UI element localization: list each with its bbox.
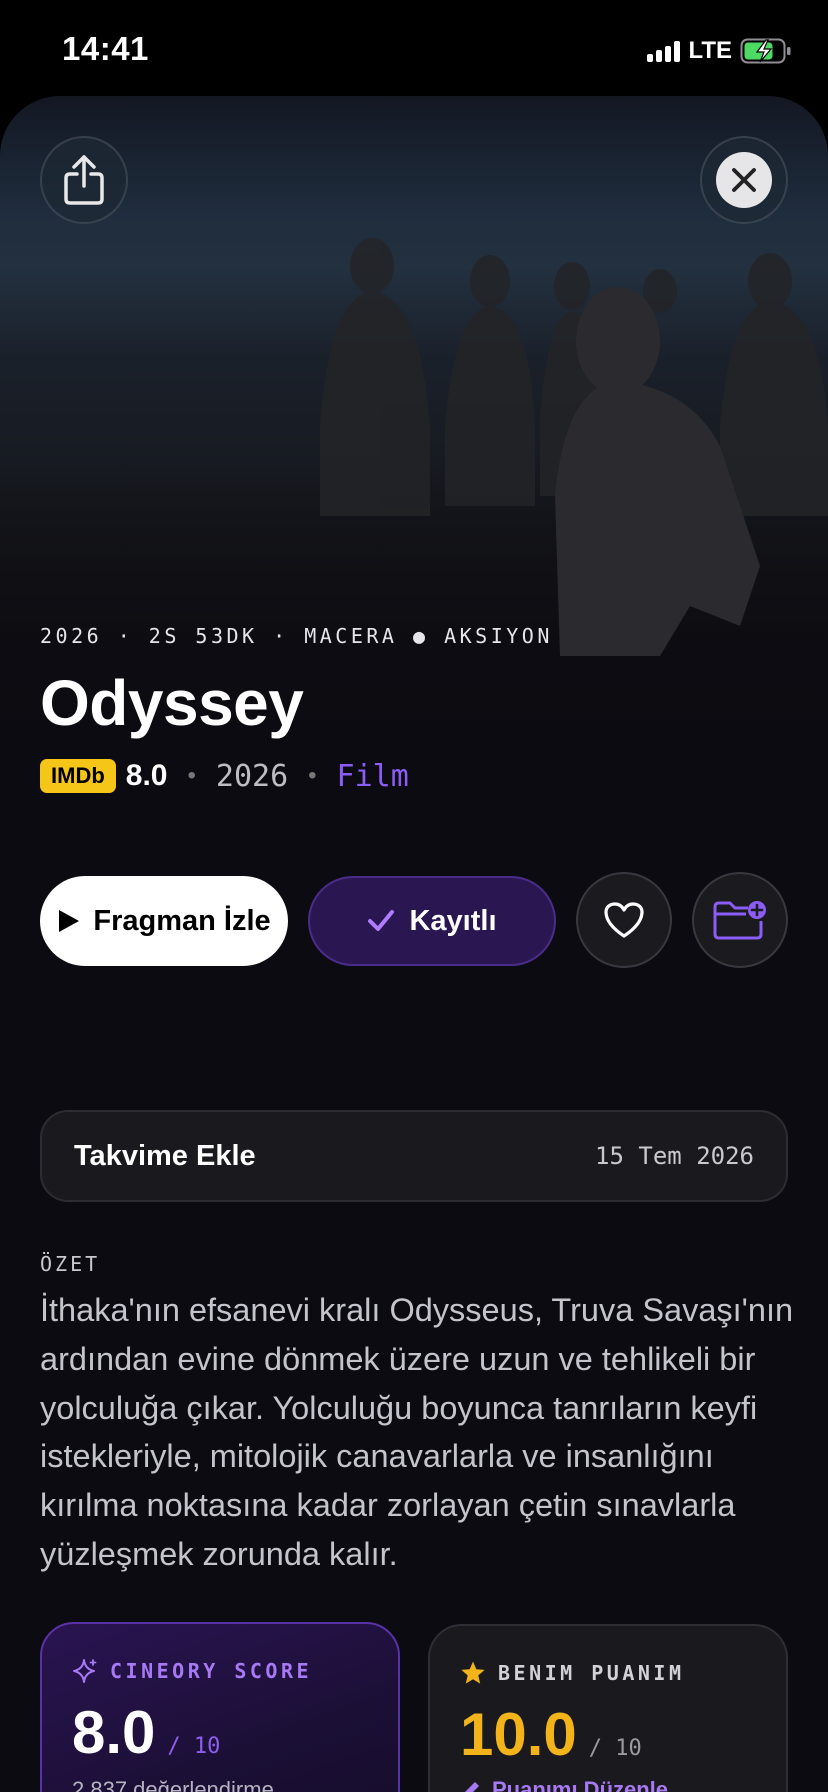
my-rating-card: BENIM PUANIM 10.0 / 10 Puanımı Düzenle: [428, 1624, 788, 1792]
my-rating-row: 10.0 / 10: [460, 1700, 756, 1769]
play-icon: [59, 910, 80, 932]
movie-title: Odyssey: [40, 667, 304, 739]
summary-heading: ÖZET: [40, 1252, 101, 1276]
action-bar: Fragman İzle Kayıtlı: [40, 872, 788, 968]
share-button[interactable]: [40, 136, 128, 224]
movie-detail-sheet: 2026 · 2S 53DK · MACERA ● AKSIYON Odysse…: [0, 96, 828, 1792]
checkmark-icon: [368, 910, 395, 931]
status-bar: 14:41 LTE: [0, 0, 828, 96]
battery-charging-icon: [740, 38, 791, 64]
add-to-calendar-button[interactable]: Takvime Ekle 15 Tem 2026: [40, 1110, 788, 1202]
cineory-score-header: CINEORY SCORE: [72, 1658, 368, 1684]
separator-dot: •: [308, 762, 317, 789]
edit-rating-button[interactable]: Puanımı Düzenle: [460, 1777, 756, 1792]
add-to-list-button[interactable]: [692, 872, 788, 968]
my-rating-value: 10.0: [460, 1701, 577, 1768]
my-rating-header: BENIM PUANIM: [460, 1660, 756, 1686]
rating-row: IMDb 8.0 • 2026 • Film: [40, 756, 409, 796]
my-rating-max: / 10: [588, 1736, 642, 1761]
my-rating-label: BENIM PUANIM: [498, 1661, 685, 1685]
imdb-badge: IMDb: [40, 759, 116, 793]
imdb-score: 8.0: [125, 759, 168, 792]
separator-dot: •: [187, 762, 196, 789]
status-time: 14:41: [62, 30, 149, 67]
share-icon: [64, 155, 104, 205]
network-label: LTE: [688, 37, 732, 64]
movie-meta: 2026 · 2S 53DK · MACERA ● AKSIYON: [40, 624, 553, 648]
saved-button[interactable]: Kayıtlı: [308, 876, 556, 966]
close-icon: [716, 152, 772, 208]
star-icon: [461, 1661, 485, 1684]
edit-rating-label: Puanımı Düzenle: [492, 1777, 669, 1792]
favorite-button[interactable]: [576, 872, 672, 968]
cineory-score-card: CINEORY SCORE 8.0 / 10 2.837 değerlendir…: [40, 1622, 400, 1792]
sparkle-icon: [73, 1659, 97, 1683]
release-year: 2026: [215, 758, 289, 794]
rating-count: 2.837 değerlendirme: [72, 1777, 274, 1792]
calendar-label: Takvime Ekle: [74, 1139, 256, 1172]
heart-icon: [604, 902, 644, 938]
cineory-score-max: / 10: [167, 1734, 221, 1759]
cineory-score-value: 8.0: [72, 1699, 156, 1766]
cineory-score-row: 8.0 / 10: [72, 1698, 368, 1767]
content-type: Film: [336, 758, 409, 794]
status-indicators: LTE: [647, 36, 792, 66]
saved-label: Kayıtlı: [409, 904, 497, 937]
pencil-icon: [465, 1782, 479, 1792]
cineory-score-label: CINEORY SCORE: [110, 1659, 313, 1683]
summary-text: İthaka'nın efsanevi kralı Odysseus, Truv…: [40, 1292, 794, 1572]
watch-trailer-label: Fragman İzle: [93, 904, 271, 937]
close-button[interactable]: [700, 136, 788, 224]
calendar-date: 15 Tem 2026: [595, 1142, 754, 1170]
signal-icon: [647, 40, 681, 62]
folder-add-icon: [713, 901, 766, 940]
watch-trailer-button[interactable]: Fragman İzle: [40, 876, 288, 966]
